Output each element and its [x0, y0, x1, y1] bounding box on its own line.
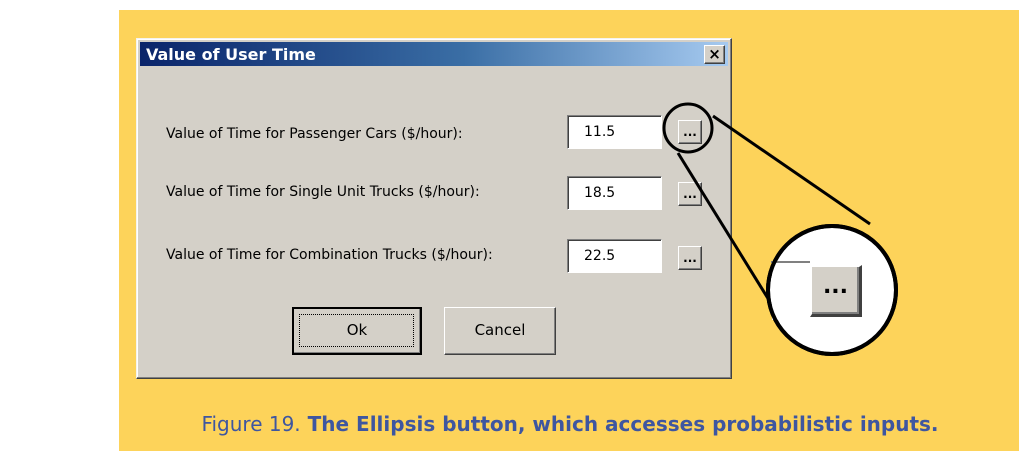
zoom-callout [662, 102, 898, 356]
figure-caption: Figure 19. The Ellipsis button, which ac… [120, 412, 1019, 436]
zoomed-ellipsis-button: ... [810, 265, 862, 317]
caption-text: The Ellipsis button, which accesses prob… [300, 412, 939, 436]
zoom-connector-upper [712, 114, 871, 226]
zoom-field-edge [772, 262, 810, 320]
zoom-source-circle [662, 102, 714, 154]
caption-prefix: Figure 19. [201, 412, 301, 436]
